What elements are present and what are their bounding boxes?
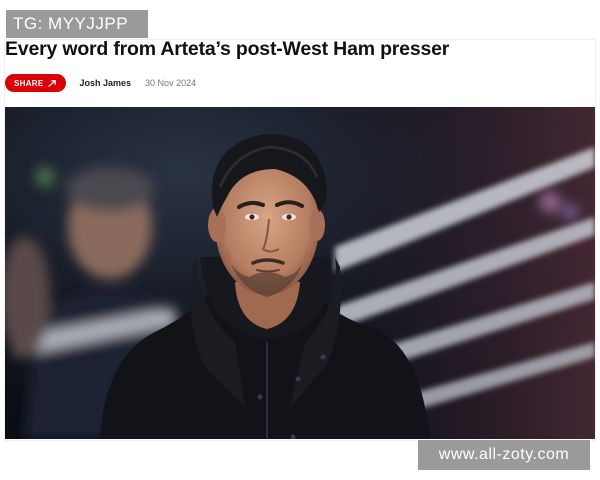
article-headline: Every word from Arteta’s post-West Ham p…: [5, 38, 450, 60]
share-button[interactable]: SHARE: [5, 74, 66, 92]
watermark-top-left: TG: MYYJJPP: [6, 10, 148, 38]
article-meta: SHARE Josh James 30 Nov 2024: [5, 73, 196, 93]
watermark-bottom-right: www.all-zoty.com: [418, 440, 590, 470]
article-author: Josh James: [79, 78, 132, 88]
hero-image: [5, 107, 595, 439]
share-label: SHARE: [14, 78, 44, 88]
article-date: 30 Nov 2024: [145, 78, 197, 88]
share-arrow-icon: [47, 79, 56, 87]
